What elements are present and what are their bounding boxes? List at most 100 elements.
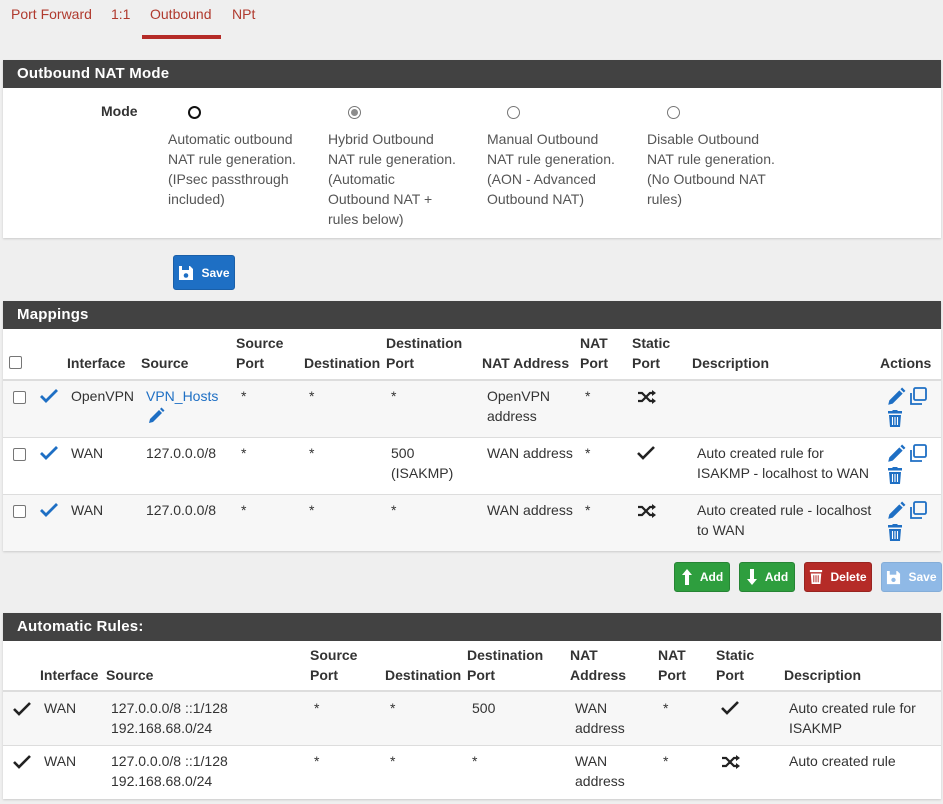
trash-icon[interactable] (887, 410, 903, 428)
save-mappings-button[interactable]: Save (881, 562, 942, 592)
cell-destination-port-line: * (391, 388, 397, 404)
cell-destination-port: * (391, 386, 396, 406)
cell-destination-port: * (391, 500, 396, 520)
save-mode-label: Save (201, 265, 230, 280)
mode-desc-automatic: Automatic outbound NAT rule generation. … (168, 129, 308, 209)
col-source-port-line: Source (236, 335, 284, 351)
col-static-port-line: Static (716, 647, 755, 663)
cell-destination-port: 500 (ISAKMP) (391, 443, 453, 483)
arrow-down-icon (746, 569, 757, 585)
mode-desc-line: Outbound NAT) (487, 191, 585, 207)
mode-radio-disabled[interactable] (667, 106, 680, 119)
mode-desc-line: Automatic outbound (168, 131, 293, 147)
edit-pencil-icon[interactable] (886, 501, 906, 521)
cell-interface: WAN (71, 502, 104, 518)
cell-nat-address-line: WAN address (487, 502, 573, 518)
cell-description: Auto created rule for ISAKMP (789, 698, 916, 738)
col-nat-port: NAT Port (658, 645, 686, 685)
floppy-disk-icon (179, 265, 194, 280)
cell-nat-address: WAN address (575, 698, 625, 738)
edit-alias-pencil-icon[interactable] (147, 407, 165, 425)
col-source-port-line: Port (310, 667, 338, 683)
mode-desc-line: (No Outbound NAT (647, 171, 766, 187)
cell-nat-address-line: WAN address (487, 445, 573, 461)
col-destination-port-line: Destination (386, 335, 463, 351)
cell-description-line: Auto created rule (789, 753, 896, 769)
cell-nat-port: * (663, 700, 669, 716)
col-static-port: Static Port (716, 645, 754, 685)
tab-port-forward[interactable]: Port Forward (11, 6, 92, 22)
mode-desc-line: (AON - Advanced (487, 171, 596, 187)
panel-title: Outbound NAT Mode (3, 60, 941, 88)
cell-destination-port: 500 (472, 700, 496, 716)
cell-description-line: Auto created rule - localhost (697, 502, 872, 518)
cell-interface: OpenVPN (71, 388, 135, 404)
source-alias-link[interactable]: VPN_Hosts (146, 386, 218, 406)
cell-nat-address-line: OpenVPN (487, 388, 551, 404)
mode-radio-automatic[interactable] (188, 106, 201, 119)
col-nat-port-line: Port (658, 667, 686, 683)
save-mappings-label: Save (908, 570, 937, 584)
tab-outbound[interactable]: Outbound (150, 6, 212, 22)
add-rule-top-button[interactable]: Add (674, 562, 730, 592)
outbound-nat-mode-panel: Outbound NAT Mode Mode Automatic outboun… (3, 60, 941, 238)
copy-icon[interactable] (908, 444, 928, 464)
mappings-panel: Mappings Interface Source Source Port Des… (3, 301, 941, 551)
delete-label: Delete (830, 570, 867, 584)
check-icon (13, 755, 31, 769)
col-nat-port-line: Port (580, 355, 608, 371)
cell-destination-port-line: * (391, 502, 397, 518)
mode-desc-line: NAT rule generation. (647, 151, 775, 167)
row-checkbox[interactable] (13, 505, 26, 518)
edit-pencil-icon[interactable] (886, 387, 906, 407)
tab-npt[interactable]: NPt (232, 6, 255, 22)
select-all-checkbox[interactable] (9, 356, 22, 369)
row-divider (3, 745, 941, 746)
tab-one-to-one[interactable]: 1:1 (111, 6, 130, 22)
col-nat-port: NAT Port (580, 333, 608, 373)
cell-description-line: Auto created rule for (789, 700, 916, 716)
add-rule-bottom-button[interactable]: Add (739, 562, 795, 592)
cell-interface: WAN (44, 753, 77, 769)
nat-tabs: Port Forward 1:1 Outbound NPt (0, 0, 943, 40)
cell-interface: WAN (71, 445, 104, 461)
mode-radio-hybrid[interactable] (348, 106, 361, 119)
edit-pencil-icon[interactable] (886, 444, 906, 464)
col-static-port-line: Port (632, 355, 660, 371)
cell-destination: * (390, 753, 396, 769)
arrow-up-icon (681, 569, 692, 585)
cell-description-line: to WAN (697, 522, 745, 538)
cell-source-port: * (241, 502, 247, 518)
col-destination-port: Destination Port (386, 333, 462, 373)
trash-icon[interactable] (887, 524, 903, 542)
mode-desc-line: (IPsec passthrough (168, 171, 289, 187)
add-rule-bottom-label: Add (764, 570, 789, 584)
cell-source-line: 192.168.68.0/24 (111, 720, 213, 736)
copy-icon[interactable] (908, 387, 928, 407)
cell-nat-address-line: address (575, 720, 625, 736)
col-source-port-line: Source (310, 647, 358, 663)
col-source-port-line: Port (236, 355, 264, 371)
floppy-disk-icon (887, 570, 901, 584)
cell-description: Auto created rule (789, 751, 896, 771)
mode-desc-line: rules below) (328, 211, 404, 227)
col-destination-port-line: Destination (467, 647, 544, 663)
cell-nat-address-line: address (575, 773, 625, 789)
cell-nat-address: WAN address (487, 500, 573, 520)
save-mode-button[interactable]: Save (173, 255, 235, 290)
active-tab-indicator (142, 35, 221, 39)
trash-icon[interactable] (887, 467, 903, 485)
row-checkbox[interactable] (13, 448, 26, 461)
panel-title: Mappings (3, 301, 941, 329)
cell-nat-address: WAN address (575, 751, 625, 791)
col-nat-address: NAT Address (570, 645, 626, 685)
col-destination-port-line: Port (386, 355, 414, 371)
copy-icon[interactable] (908, 501, 928, 521)
cell-source: 127.0.0.0/8 (146, 445, 217, 461)
delete-button[interactable]: Delete (804, 562, 872, 592)
mode-radio-manual[interactable] (507, 106, 520, 119)
cell-nat-port: * (585, 502, 591, 518)
mode-desc-manual: Manual Outbound NAT rule generation. (AO… (487, 129, 627, 209)
row-checkbox[interactable] (13, 391, 26, 404)
check-icon (637, 446, 655, 460)
